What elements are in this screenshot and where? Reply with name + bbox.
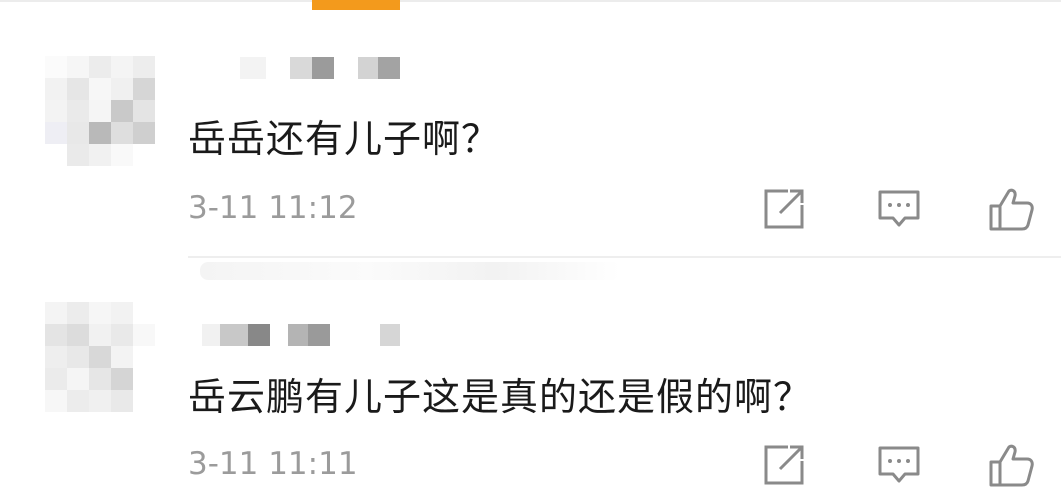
reply-button[interactable] <box>875 185 923 233</box>
comment-text: 岳岳还有儿子啊？ <box>188 117 501 161</box>
comment-item: 岳云鹏有儿子这是真的还是假的啊？ 3-11 11:11 <box>0 258 1061 494</box>
avatar[interactable] <box>45 56 157 168</box>
like-button[interactable] <box>987 185 1035 233</box>
comment-timestamp: 3-11 11:11 <box>188 446 358 482</box>
share-external-icon <box>764 189 804 229</box>
share-external-icon <box>764 445 804 485</box>
like-button[interactable] <box>987 441 1035 489</box>
share-button[interactable] <box>760 441 808 489</box>
comment-timestamp: 3-11 11:12 <box>188 190 358 226</box>
reply-button[interactable] <box>875 441 923 489</box>
comment-bubble-icon <box>878 190 920 227</box>
comment-text: 岳云鹏有儿子这是真的还是假的啊？ <box>188 375 813 419</box>
share-button[interactable] <box>760 185 808 233</box>
comment-item: 岳岳还有儿子啊？ 3-11 11:12 <box>0 0 1061 260</box>
comment-bubble-icon <box>878 446 920 483</box>
thumbs-up-icon <box>989 188 1034 231</box>
thumbs-up-icon <box>989 444 1034 487</box>
avatar[interactable] <box>45 302 157 414</box>
